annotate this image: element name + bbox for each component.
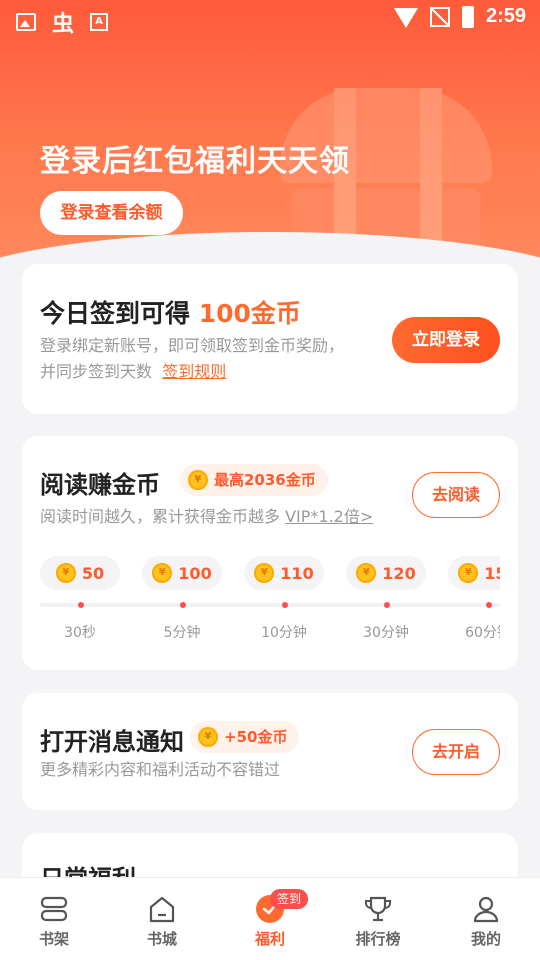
profile-icon	[473, 896, 499, 923]
tab-ranking[interactable]: 排行榜	[324, 878, 432, 960]
reading-card: 阅读赚金币 ¥ 最高2036金币 阅读时间越久，累计获得金币越多 VIP*1.2…	[22, 436, 518, 670]
sign-in-amount: 100金币	[198, 299, 301, 328]
coin-icon: ¥	[198, 727, 218, 747]
coin-icon: ¥	[55, 563, 76, 583]
hero-title: 登录后红包福利天天领	[40, 144, 350, 179]
max-coins-badge: ¥ 最高2036金币	[180, 464, 328, 496]
vip-link[interactable]: VIP*1.2倍>	[285, 507, 373, 526]
go-read-button[interactable]: 去阅读	[412, 472, 500, 518]
bottom-tab-bar: 书架 书城 福利 排行榜 我的	[0, 877, 540, 960]
sign-in-desc: 登录绑定新账号，即可领取签到金币奖励， 并同步签到天数 签到规则	[40, 336, 345, 381]
bug-icon: 虫	[52, 12, 75, 37]
reading-title: 阅读赚金币	[40, 471, 160, 499]
bookshelf-icon	[40, 896, 68, 922]
check-balance-button[interactable]: 登录查看余额	[40, 191, 183, 235]
coin-icon: ¥	[356, 563, 377, 583]
reading-tiers: ¥50 30秒 ¥100 5分钟 ¥110 10分钟 ¥120 30分钟 ¥15…	[40, 556, 500, 656]
status-time: 2:59	[485, 5, 526, 27]
battery-icon	[461, 5, 474, 28]
sign-in-title: 今日签到可得 100金币	[40, 299, 301, 328]
font-icon: A	[90, 13, 109, 31]
coin-icon: ¥	[254, 563, 275, 583]
coin-icon: ¥	[188, 470, 208, 490]
no-signal-icon	[429, 6, 450, 27]
login-now-button[interactable]: 立即登录	[392, 317, 500, 363]
sign-in-badge: 签到	[270, 889, 309, 909]
coin-icon: ¥	[152, 563, 173, 583]
notification-title: 打开消息通知	[40, 728, 184, 756]
notification-desc: 更多精彩内容和福利活动不容错过	[40, 760, 281, 779]
tier-item: ¥100 5分钟	[142, 556, 222, 641]
enable-notification-button[interactable]: 去开启	[412, 729, 500, 775]
wifi-icon	[393, 7, 418, 28]
reading-desc: 阅读时间越久，累计获得金币越多 VIP*1.2倍>	[40, 507, 374, 526]
tab-profile[interactable]: 我的	[432, 878, 540, 960]
coin-icon: ¥	[458, 563, 479, 583]
tier-item: ¥50 30秒	[40, 556, 120, 641]
trophy-icon	[365, 896, 391, 922]
status-bar: 虫 A 2:59	[0, 0, 540, 38]
notification-reward-badge: ¥ +50金币	[190, 721, 300, 753]
store-icon	[149, 896, 175, 923]
tier-item: ¥150 60分钟	[448, 556, 500, 641]
tab-store[interactable]: 书城	[108, 878, 216, 960]
gallery-icon	[16, 13, 36, 31]
notification-card: 打开消息通知 ¥ +50金币 更多精彩内容和福利活动不容错过 去开启	[22, 693, 518, 810]
progress-track	[40, 603, 500, 607]
sign-in-card: 今日签到可得 100金币 登录绑定新账号，即可领取签到金币奖励， 并同步签到天数…	[22, 264, 518, 414]
tier-item: ¥110 10分钟	[244, 556, 324, 641]
tab-bookshelf[interactable]: 书架	[0, 878, 108, 960]
tab-welfare[interactable]: 福利	[216, 878, 324, 960]
tier-item: ¥120 30分钟	[346, 556, 426, 641]
sign-in-rules-link[interactable]: 签到规则	[162, 362, 226, 381]
